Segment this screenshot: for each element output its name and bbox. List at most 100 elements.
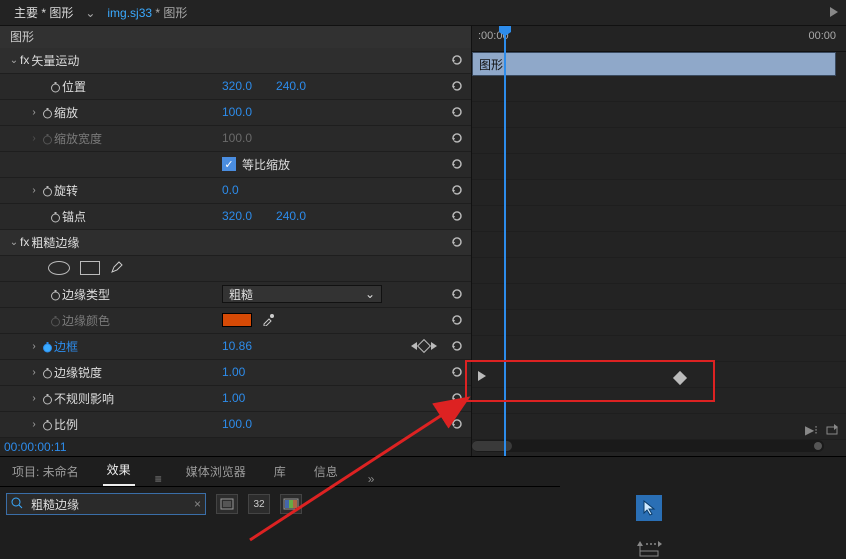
group-vector-motion[interactable]: ⌄ fx 矢量运动 (0, 48, 471, 74)
stopwatch-icon[interactable] (40, 391, 54, 405)
reset-icon[interactable] (449, 312, 465, 328)
effects-toolbar: × 32 (0, 487, 560, 521)
stopwatch-icon[interactable] (40, 365, 54, 379)
stopwatch-icon (48, 313, 62, 327)
twirl-right-icon[interactable]: › (28, 419, 40, 430)
checkbox-uniform-scale[interactable]: ✓ (222, 157, 236, 171)
timeline-scrollbar[interactable] (472, 440, 824, 452)
insert-overwrite-icon[interactable] (636, 541, 662, 559)
eyedropper-icon[interactable] (262, 312, 276, 329)
reset-icon[interactable] (449, 416, 465, 432)
bottom-panels: 项目: 未命名 效果 ≡ 媒体浏览器 库 信息 » × 32 (0, 456, 846, 559)
pen-mask-icon[interactable] (110, 260, 124, 277)
play-only-icon[interactable] (478, 370, 486, 384)
accelerated-fx-icon[interactable] (216, 494, 238, 514)
clip-bar[interactable]: 图形 (472, 52, 836, 76)
prop-label: 缩放宽度 (54, 130, 102, 147)
tab-media-browser[interactable]: 媒体浏览器 (182, 457, 250, 486)
stopwatch-icon[interactable] (48, 287, 62, 301)
reset-icon[interactable] (449, 208, 465, 224)
value-scale[interactable]: 100.0 (222, 105, 252, 119)
value-rotation[interactable]: 0.0 (222, 183, 239, 197)
tab-file-graphic[interactable]: img.sj33 * 图形 (99, 0, 195, 25)
value-irregular[interactable]: 1.00 (222, 391, 245, 405)
prop-scale: › 缩放 100.0 (0, 100, 471, 126)
twirl-right-icon[interactable]: › (28, 367, 40, 378)
tab-main-prefix: 主要 (14, 6, 38, 20)
search-input[interactable] (29, 496, 188, 512)
tab-project[interactable]: 项目: 未命名 (8, 457, 83, 486)
reset-icon[interactable] (449, 286, 465, 302)
value-position-y[interactable]: 240.0 (276, 79, 306, 93)
clear-search-icon[interactable]: × (194, 497, 201, 511)
value-ratio[interactable]: 100.0 (222, 417, 252, 431)
tab-effects[interactable]: 效果 (103, 455, 135, 486)
loop-play-icon[interactable]: ▶⁝ (805, 423, 818, 438)
reset-icon[interactable] (449, 130, 465, 146)
value-border[interactable]: 10.86 (222, 339, 252, 353)
prop-edge-sharpness: › 边缘锐度 1.00 (0, 360, 471, 386)
stopwatch-icon[interactable] (40, 105, 54, 119)
stopwatch-icon[interactable] (48, 79, 62, 93)
twirl-right-icon[interactable]: › (28, 185, 40, 196)
scrollbar-handle-right[interactable] (814, 442, 822, 450)
stopwatch-icon-active[interactable] (40, 339, 54, 353)
panel-menu-icon[interactable]: ≡ (155, 472, 162, 486)
selection-tool-icon[interactable] (636, 495, 662, 521)
annotation-highlight-box (465, 360, 715, 402)
value-edge-sharp[interactable]: 1.00 (222, 365, 245, 379)
tab-library[interactable]: 库 (270, 457, 290, 486)
export-icon[interactable] (826, 423, 840, 438)
reset-icon[interactable] (449, 156, 465, 172)
reset-icon[interactable] (449, 182, 465, 198)
timecode-value: 00:00:00:11 (4, 440, 67, 454)
tab-main-label: 图形 (49, 6, 73, 20)
scrollbar-thumb[interactable] (472, 441, 512, 451)
value-position-x[interactable]: 320.0 (222, 79, 252, 93)
prop-label: 等比缩放 (242, 156, 290, 173)
tab-main-graphic[interactable]: 主要 * 图形 (6, 0, 81, 25)
chevron-down-icon[interactable]: ⌄ (85, 6, 95, 20)
reset-icon[interactable] (449, 104, 465, 120)
dropdown-edge-type[interactable]: 粗糙 ⌄ (222, 285, 382, 303)
prev-keyframe-icon[interactable] (411, 342, 417, 350)
prop-label: 位置 (62, 78, 86, 95)
32bit-fx-icon[interactable]: 32 (248, 494, 270, 514)
reset-icon[interactable] (449, 390, 465, 406)
timecode-display[interactable]: 00:00:00:11 (0, 438, 471, 456)
prop-scale-width: › 缩放宽度 100.0 (0, 126, 471, 152)
prop-edge-color: 边缘颜色 (0, 308, 471, 334)
twirl-right-icon[interactable]: › (28, 341, 40, 352)
twirl-right-icon[interactable]: › (28, 133, 40, 144)
rect-mask-icon[interactable] (80, 261, 100, 275)
ellipse-mask-icon[interactable] (48, 261, 70, 275)
stopwatch-icon[interactable] (40, 183, 54, 197)
prop-label: 旋转 (54, 182, 78, 199)
next-keyframe-icon[interactable] (431, 342, 437, 350)
reset-icon[interactable] (449, 234, 465, 250)
fx-badge: fx (20, 53, 29, 67)
twirl-down-icon[interactable]: ⌄ (8, 55, 20, 66)
group-roughen-edges[interactable]: ⌄ fx 粗糙边缘 (0, 230, 471, 256)
reset-icon[interactable] (449, 364, 465, 380)
play-icon[interactable] (830, 6, 840, 20)
overflow-icon[interactable]: » (368, 472, 375, 486)
tab-info[interactable]: 信息 (310, 457, 342, 486)
value-anchor-y[interactable]: 240.0 (276, 209, 306, 223)
twirl-down-icon[interactable]: ⌄ (8, 237, 20, 248)
add-keyframe-icon[interactable] (417, 339, 431, 353)
time-ruler[interactable]: :00:00 00:00 (472, 26, 846, 52)
tab-file-suffix: * 图形 (155, 6, 187, 20)
prop-uniform-scale: ✓ 等比缩放 (0, 152, 471, 178)
effects-search[interactable]: × (6, 493, 206, 515)
stopwatch-icon[interactable] (48, 209, 62, 223)
twirl-right-icon[interactable]: › (28, 107, 40, 118)
reset-icon[interactable] (449, 78, 465, 94)
value-anchor-x[interactable]: 320.0 (222, 209, 252, 223)
stopwatch-icon[interactable] (40, 417, 54, 431)
color-swatch[interactable] (222, 313, 252, 327)
reset-icon[interactable] (449, 52, 465, 68)
yuv-fx-icon[interactable] (280, 494, 302, 514)
reset-icon[interactable] (449, 338, 465, 354)
twirl-right-icon[interactable]: › (28, 393, 40, 404)
